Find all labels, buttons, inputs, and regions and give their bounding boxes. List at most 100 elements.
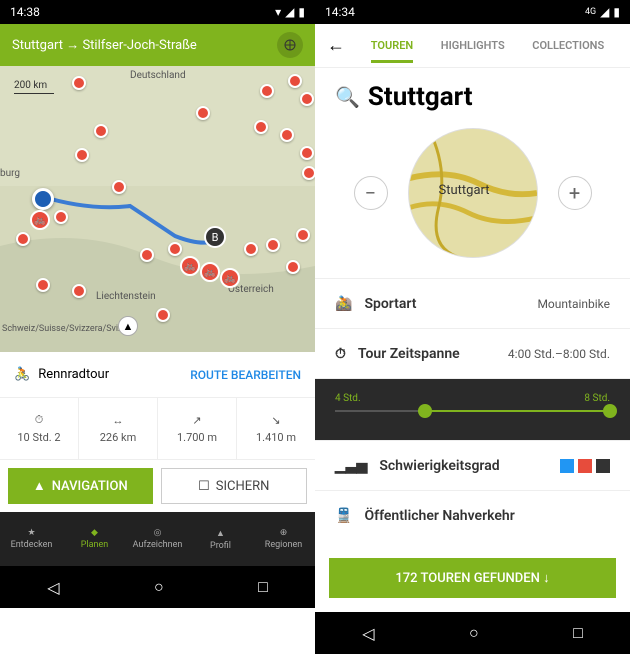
route-stats: ⏱ 10 Std. 2 ↔ 226 km ↗ 1.700 m ↘ 1.410 m bbox=[0, 398, 315, 460]
poi-pin[interactable] bbox=[168, 242, 182, 256]
slider-max-label: 8 Std. bbox=[584, 393, 610, 404]
tab-collections[interactable]: COLLECTIONS bbox=[532, 39, 604, 52]
search-row[interactable]: 🔍 Stuttgart bbox=[315, 68, 630, 120]
poi-pin[interactable] bbox=[54, 210, 68, 224]
poi-pin[interactable] bbox=[140, 248, 154, 262]
zoom-out-button[interactable]: − bbox=[354, 176, 388, 210]
poi-pin[interactable] bbox=[72, 284, 86, 298]
nav-plan[interactable]: ◆Planen bbox=[63, 512, 126, 566]
slider-track[interactable] bbox=[335, 410, 610, 412]
home-icon[interactable]: ○ bbox=[154, 577, 164, 597]
back-icon[interactable]: ◁ bbox=[362, 624, 374, 643]
map-preview[interactable]: Stuttgart bbox=[408, 128, 538, 258]
bike-poi-pin[interactable]: 🚲 bbox=[180, 256, 200, 276]
edit-route-link[interactable]: ROUTE BEARBEITEN bbox=[190, 368, 301, 382]
tab-touren[interactable]: TOUREN bbox=[371, 39, 413, 63]
stat-descent: ↘ 1.410 m bbox=[237, 398, 315, 459]
duration-slider[interactable]: 4 Std. 8 Std. bbox=[315, 379, 630, 441]
nav-record[interactable]: ◎Aufzeichnen bbox=[126, 512, 189, 566]
nav-profile[interactable]: ▲Profil bbox=[189, 512, 252, 566]
battery-icon: ▮ bbox=[613, 5, 620, 19]
poi-pin[interactable] bbox=[288, 74, 302, 88]
landmark-pin[interactable]: ▲ bbox=[118, 316, 138, 336]
sport-icon: 🚵 bbox=[335, 296, 352, 312]
record-icon: ◎ bbox=[154, 528, 162, 538]
route-end-marker[interactable]: B bbox=[204, 226, 226, 248]
map-options-icon[interactable] bbox=[277, 32, 303, 58]
slider-thumb-max[interactable] bbox=[603, 404, 617, 418]
signal-icon: ◢ bbox=[285, 5, 294, 19]
zoom-in-button[interactable]: + bbox=[558, 176, 592, 210]
difficulty-easy-icon bbox=[560, 459, 574, 473]
plan-icon: ◆ bbox=[91, 528, 98, 538]
poi-pin[interactable] bbox=[94, 124, 108, 138]
save-button[interactable]: ☐ SICHERN bbox=[161, 468, 308, 504]
tab-highlights[interactable]: HIGHLIGHTS bbox=[441, 39, 505, 52]
poi-pin[interactable] bbox=[260, 84, 274, 98]
map-scale: 200 km bbox=[14, 80, 54, 94]
poi-pin[interactable] bbox=[36, 278, 50, 292]
poi-pin[interactable] bbox=[280, 128, 294, 142]
bike-poi-pin[interactable]: 🚲 bbox=[220, 268, 240, 288]
status-bar: 14:34 4G ◢ ▮ bbox=[315, 0, 630, 24]
network-icon: 4G bbox=[585, 7, 596, 17]
route-header[interactable]: Stuttgart → Stilfser-Joch-Straße bbox=[0, 24, 315, 66]
person-icon: ▲ bbox=[216, 528, 225, 539]
poi-pin[interactable] bbox=[266, 238, 280, 252]
difficulty-hard-icon bbox=[596, 459, 610, 473]
bike-poi-pin[interactable]: 🚲 bbox=[200, 262, 220, 282]
train-icon: 🚆 bbox=[335, 508, 352, 524]
route-type-label: Rennradtour bbox=[38, 367, 109, 382]
navigation-button[interactable]: ▲ NAVIGATION bbox=[8, 468, 153, 504]
sport-value: Mountainbike bbox=[537, 297, 610, 311]
android-nav: ◁ ○ □ bbox=[0, 566, 315, 608]
phone-right: 14:34 4G ◢ ▮ ← TOUREN HIGHLIGHTS COLLECT… bbox=[315, 0, 630, 654]
home-icon[interactable]: ○ bbox=[469, 623, 479, 643]
nav-regions[interactable]: ⊕Regionen bbox=[252, 512, 315, 566]
bike-icon: 🚴 bbox=[14, 367, 30, 382]
poi-pin[interactable] bbox=[254, 120, 268, 134]
search-location: Stuttgart bbox=[368, 82, 473, 112]
recent-icon[interactable]: □ bbox=[573, 623, 583, 643]
slider-thumb-min[interactable] bbox=[418, 404, 432, 418]
descent-icon: ↘ bbox=[271, 414, 280, 427]
results-button[interactable]: 172 TOUREN GEFUNDEN ↓ bbox=[329, 558, 616, 598]
status-time: 14:38 bbox=[10, 5, 40, 19]
back-arrow-icon[interactable]: ← bbox=[327, 35, 345, 56]
phone-left: 14:38 ▾ ◢ ▮ Stuttgart → Stilfser-Joch-St… bbox=[0, 0, 315, 654]
poi-pin[interactable] bbox=[156, 308, 170, 322]
poi-pin[interactable] bbox=[300, 146, 314, 160]
stat-distance: ↔ 226 km bbox=[79, 398, 158, 459]
status-bar: 14:38 ▾ ◢ ▮ bbox=[0, 0, 315, 24]
poi-pin[interactable] bbox=[196, 106, 210, 120]
route-start-marker[interactable] bbox=[32, 188, 54, 210]
poi-pin[interactable] bbox=[286, 260, 300, 274]
route-type-row: 🚴 Rennradtour ROUTE BEARBEITEN bbox=[0, 352, 315, 398]
android-nav: ◁ ○ □ bbox=[315, 612, 630, 654]
filter-sport[interactable]: 🚵Sportart Mountainbike bbox=[315, 279, 630, 329]
back-icon[interactable]: ◁ bbox=[47, 578, 59, 597]
poi-pin[interactable] bbox=[296, 228, 310, 242]
wifi-icon: ▾ bbox=[275, 5, 281, 19]
distance-icon: ↔ bbox=[113, 414, 124, 427]
poi-pin[interactable] bbox=[72, 76, 86, 90]
nav-arrow-icon: ▲ bbox=[33, 478, 46, 494]
poi-pin[interactable] bbox=[16, 232, 30, 246]
filter-transit[interactable]: 🚆Öffentlicher Nahverkehr bbox=[315, 491, 630, 541]
status-icons: 4G ◢ ▮ bbox=[585, 5, 620, 19]
difficulty-medium-icon bbox=[578, 459, 592, 473]
bike-poi-pin[interactable]: 🚲 bbox=[30, 210, 50, 230]
tab-header: ← TOUREN HIGHLIGHTS COLLECTIONS bbox=[315, 24, 630, 68]
nav-discover[interactable]: ★Entdecken bbox=[0, 512, 63, 566]
poi-pin[interactable] bbox=[300, 92, 314, 106]
status-icons: ▾ ◢ ▮ bbox=[275, 5, 305, 19]
filter-difficulty[interactable]: ▁▃▅Schwierigkeitsgrad bbox=[315, 441, 630, 491]
recent-icon[interactable]: □ bbox=[258, 577, 268, 597]
poi-pin[interactable] bbox=[302, 166, 315, 180]
map-view[interactable]: 200 km Deutschland Liechtenstein Österre… bbox=[0, 66, 315, 352]
filter-duration[interactable]: ⏱Tour Zeitspanne 4:00 Std.–8:00 Std. bbox=[315, 329, 630, 379]
duration-value: 4:00 Std.–8:00 Std. bbox=[508, 347, 610, 361]
poi-pin[interactable] bbox=[75, 148, 89, 162]
poi-pin[interactable] bbox=[244, 242, 258, 256]
poi-pin[interactable] bbox=[112, 180, 126, 194]
